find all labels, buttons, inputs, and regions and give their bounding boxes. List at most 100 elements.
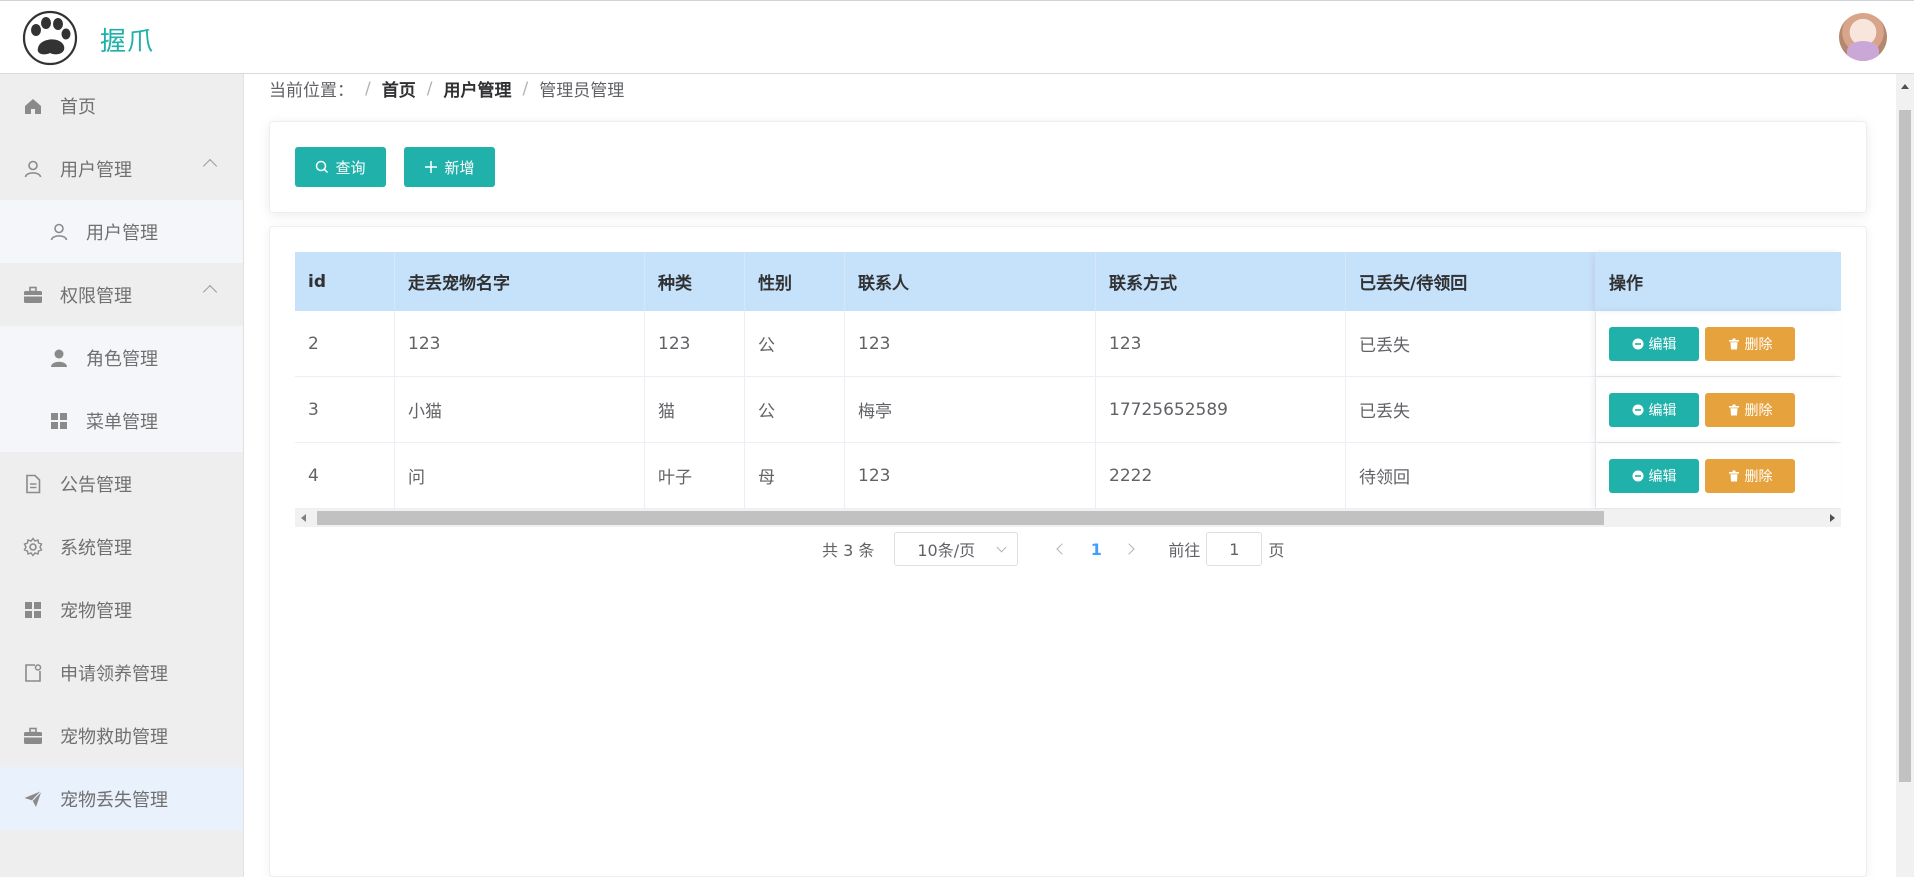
sidebar-item-label: 宠物丢失管理 [60,789,168,811]
page-size-select[interactable]: 10条/页 [894,532,1019,566]
delete-button[interactable]: 删除 [1705,458,1795,493]
next-page-button[interactable] [1116,532,1146,566]
sidebar-item-label: 权限管理 [60,285,132,307]
table-cell: 问 [395,443,645,508]
sidebar-subitem-menu-management[interactable]: 菜单管理 [0,389,243,452]
document-icon [22,473,44,495]
breadcrumb-home[interactable]: 首页 [382,76,416,101]
query-button[interactable]: 查询 [295,147,386,187]
sidebar-item-label: 宠物救助管理 [60,726,168,748]
paw-logo-icon [22,10,78,66]
column-header[interactable]: 种类 [645,252,745,311]
sidebar-item-rescue-management[interactable]: 宠物救助管理 [0,704,243,767]
query-button-label: 查询 [335,158,366,177]
sidebar-item-adoption-management[interactable]: 申请领养管理 [0,641,243,704]
sidebar-item-announcement-management[interactable]: 公告管理 [0,452,243,515]
table-header: id 走丢宠物名字 种类 性别 联系人 联系方式 已丢失/待领回 操作 [295,252,1841,311]
table-row[interactable]: 4 问 叶子 母 123 2222 待领回 编辑 删除 [295,443,1841,509]
sidebar-subitem-label: 菜单管理 [86,411,158,433]
sidebar-subitem-user-management[interactable]: 用户管理 [0,200,243,263]
add-button[interactable]: 新增 [404,147,495,187]
sidebar-item-home[interactable]: 首页 [0,74,243,137]
pagination-total: 共 3 条 [822,541,875,560]
table-cell: 叶子 [645,443,745,508]
table-cell: 123 [845,311,1096,376]
sidebar-item-label: 宠物管理 [60,600,132,622]
scrollbar-thumb[interactable] [317,511,1604,525]
table-cell: 母 [745,443,845,508]
scroll-left-arrow-icon[interactable] [301,514,306,522]
table-horizontal-scrollbar[interactable] [295,509,1841,527]
goto-page-input[interactable]: 1 [1206,532,1263,566]
scroll-right-arrow-icon[interactable] [1830,514,1835,522]
page-vertical-scrollbar[interactable] [1896,74,1914,877]
table-cell: 待领回 [1346,443,1596,508]
row-actions: 编辑 删除 [1596,311,1841,376]
edit-button[interactable]: 编辑 [1609,326,1699,361]
table-cell: 公 [745,311,845,376]
table-cell: 公 [745,377,845,442]
sidebar-item-label: 用户管理 [60,159,132,181]
edit-button-label: 编辑 [1648,336,1677,353]
briefcase-icon [22,725,44,747]
breadcrumb-user-management[interactable]: 用户管理 [443,76,511,101]
table-cell: 猫 [645,377,745,442]
edit-button[interactable]: 编辑 [1609,392,1699,427]
prev-page-button[interactable] [1046,532,1076,566]
column-header[interactable]: 操作 [1596,252,1841,311]
toolbar-card: 查询 新增 [269,121,1867,213]
sidebar: 首页 用户管理 用户管理 权限管理 角色管理 菜单管理 公告管理 系统管理 宠物… [0,74,244,877]
sidebar-item-lost-pet-management[interactable]: 宠物丢失管理 [0,767,243,830]
table-cell: 123 [1096,311,1346,376]
table-row[interactable]: 2 123 123 公 123 123 已丢失 编辑 删除 [295,311,1841,377]
edit-button[interactable]: 编辑 [1609,458,1699,493]
sidebar-item-system-management[interactable]: 系统管理 [0,515,243,578]
sidebar-subitem-label: 用户管理 [86,222,158,244]
scroll-up-arrow-icon[interactable] [1901,84,1909,89]
column-header[interactable]: 走丢宠物名字 [395,252,645,311]
column-header[interactable]: 联系方式 [1096,252,1346,311]
table-cell: 已丢失 [1346,377,1596,442]
table-row[interactable]: 3 小猫 猫 公 梅亭 17725652589 已丢失 编辑 删除 [295,377,1841,443]
table-cell: 123 [845,443,1096,508]
sidebar-subitem-role-management[interactable]: 角色管理 [0,326,243,389]
sidebar-item-label: 首页 [60,96,96,118]
trash-icon [1728,404,1740,416]
top-header: 握爪 [0,0,1914,74]
breadcrumb: 当前位置： / 首页 / 用户管理 / 管理员管理 [269,76,624,102]
table-cell: 小猫 [395,377,645,442]
table-cell: 2 [295,311,395,376]
sidebar-item-user-management[interactable]: 用户管理 [0,137,243,200]
edit-button-label: 编辑 [1648,468,1677,485]
plus-icon [424,160,438,174]
delete-button[interactable]: 删除 [1705,326,1795,361]
sidebar-item-pet-management[interactable]: 宠物管理 [0,578,243,641]
pagination: 共 3 条 10条/页 1 前往 1 页 [822,531,1284,567]
table-cell: 17725652589 [1096,377,1346,442]
briefcase-icon [22,284,44,306]
column-header[interactable]: 已丢失/待领回 [1346,252,1596,311]
column-header[interactable]: 联系人 [845,252,1096,311]
breadcrumb-separator: / [522,78,529,99]
sidebar-item-permission-management[interactable]: 权限管理 [0,263,243,326]
page-suffix: 页 [1268,541,1285,560]
table-cell: 3 [295,377,395,442]
column-header[interactable]: id [295,252,395,311]
page-number-current[interactable]: 1 [1076,540,1116,559]
user-avatar[interactable] [1839,13,1887,61]
delete-button[interactable]: 删除 [1705,392,1795,427]
goto-label: 前往 [1168,541,1201,560]
column-header[interactable]: 性别 [745,252,845,311]
person-icon [48,347,70,369]
sidebar-subitem-label: 角色管理 [86,348,158,370]
submenu-user-management: 用户管理 [0,200,243,263]
chevron-up-icon [202,284,218,300]
table-cell: 4 [295,443,395,508]
scrollbar-thumb[interactable] [1899,110,1911,782]
row-actions: 编辑 删除 [1596,377,1841,442]
delete-button-label: 删除 [1744,336,1773,353]
grid-icon [48,410,70,432]
table-cell: 123 [395,311,645,376]
table-cell: 梅亭 [845,377,1096,442]
breadcrumb-prefix: 当前位置： [269,81,354,101]
